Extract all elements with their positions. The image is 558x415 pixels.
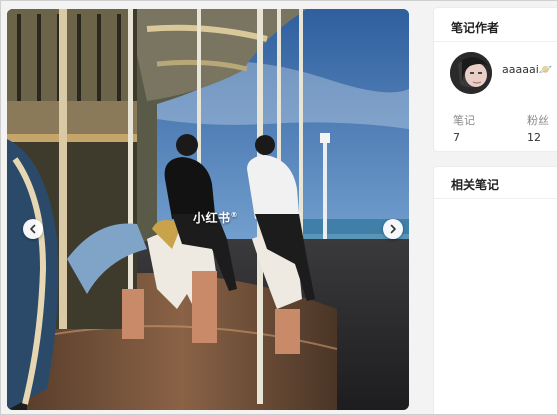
stat-fans: 粉丝 12 bbox=[527, 114, 549, 145]
watermark-registered-mark: ® bbox=[230, 211, 239, 219]
author-section-title: 笔记作者 bbox=[451, 21, 500, 35]
watermark-text: 小红书 bbox=[193, 211, 231, 225]
chevron-right-icon bbox=[390, 224, 396, 234]
divider bbox=[434, 198, 557, 199]
chevron-left-icon bbox=[30, 224, 36, 234]
avatar-image bbox=[450, 52, 492, 94]
note-page: 小红书® 笔记作者 aaaaai🪐 笔记 7 粉丝 12 相关笔记 bbox=[0, 0, 558, 415]
author-card: 笔记作者 aaaaai🪐 笔记 7 粉丝 12 bbox=[433, 7, 557, 152]
stat-notes-label: 笔记 bbox=[453, 114, 475, 127]
stat-fans-value: 12 bbox=[527, 131, 541, 144]
related-notes-card: 相关笔记 bbox=[433, 166, 557, 414]
carousel-next-button[interactable] bbox=[383, 219, 403, 239]
note-image-carousel[interactable]: 小红书® bbox=[7, 9, 409, 410]
divider bbox=[434, 41, 557, 42]
stat-notes: 笔记 7 bbox=[453, 114, 475, 145]
stat-notes-value: 7 bbox=[453, 131, 460, 144]
carousel-prev-button[interactable] bbox=[23, 219, 43, 239]
author-name[interactable]: aaaaai🪐 bbox=[502, 63, 552, 76]
watermark: 小红书® bbox=[193, 209, 238, 226]
stat-fans-label: 粉丝 bbox=[527, 114, 549, 127]
related-section-title: 相关笔记 bbox=[451, 178, 500, 192]
avatar[interactable] bbox=[450, 52, 492, 94]
